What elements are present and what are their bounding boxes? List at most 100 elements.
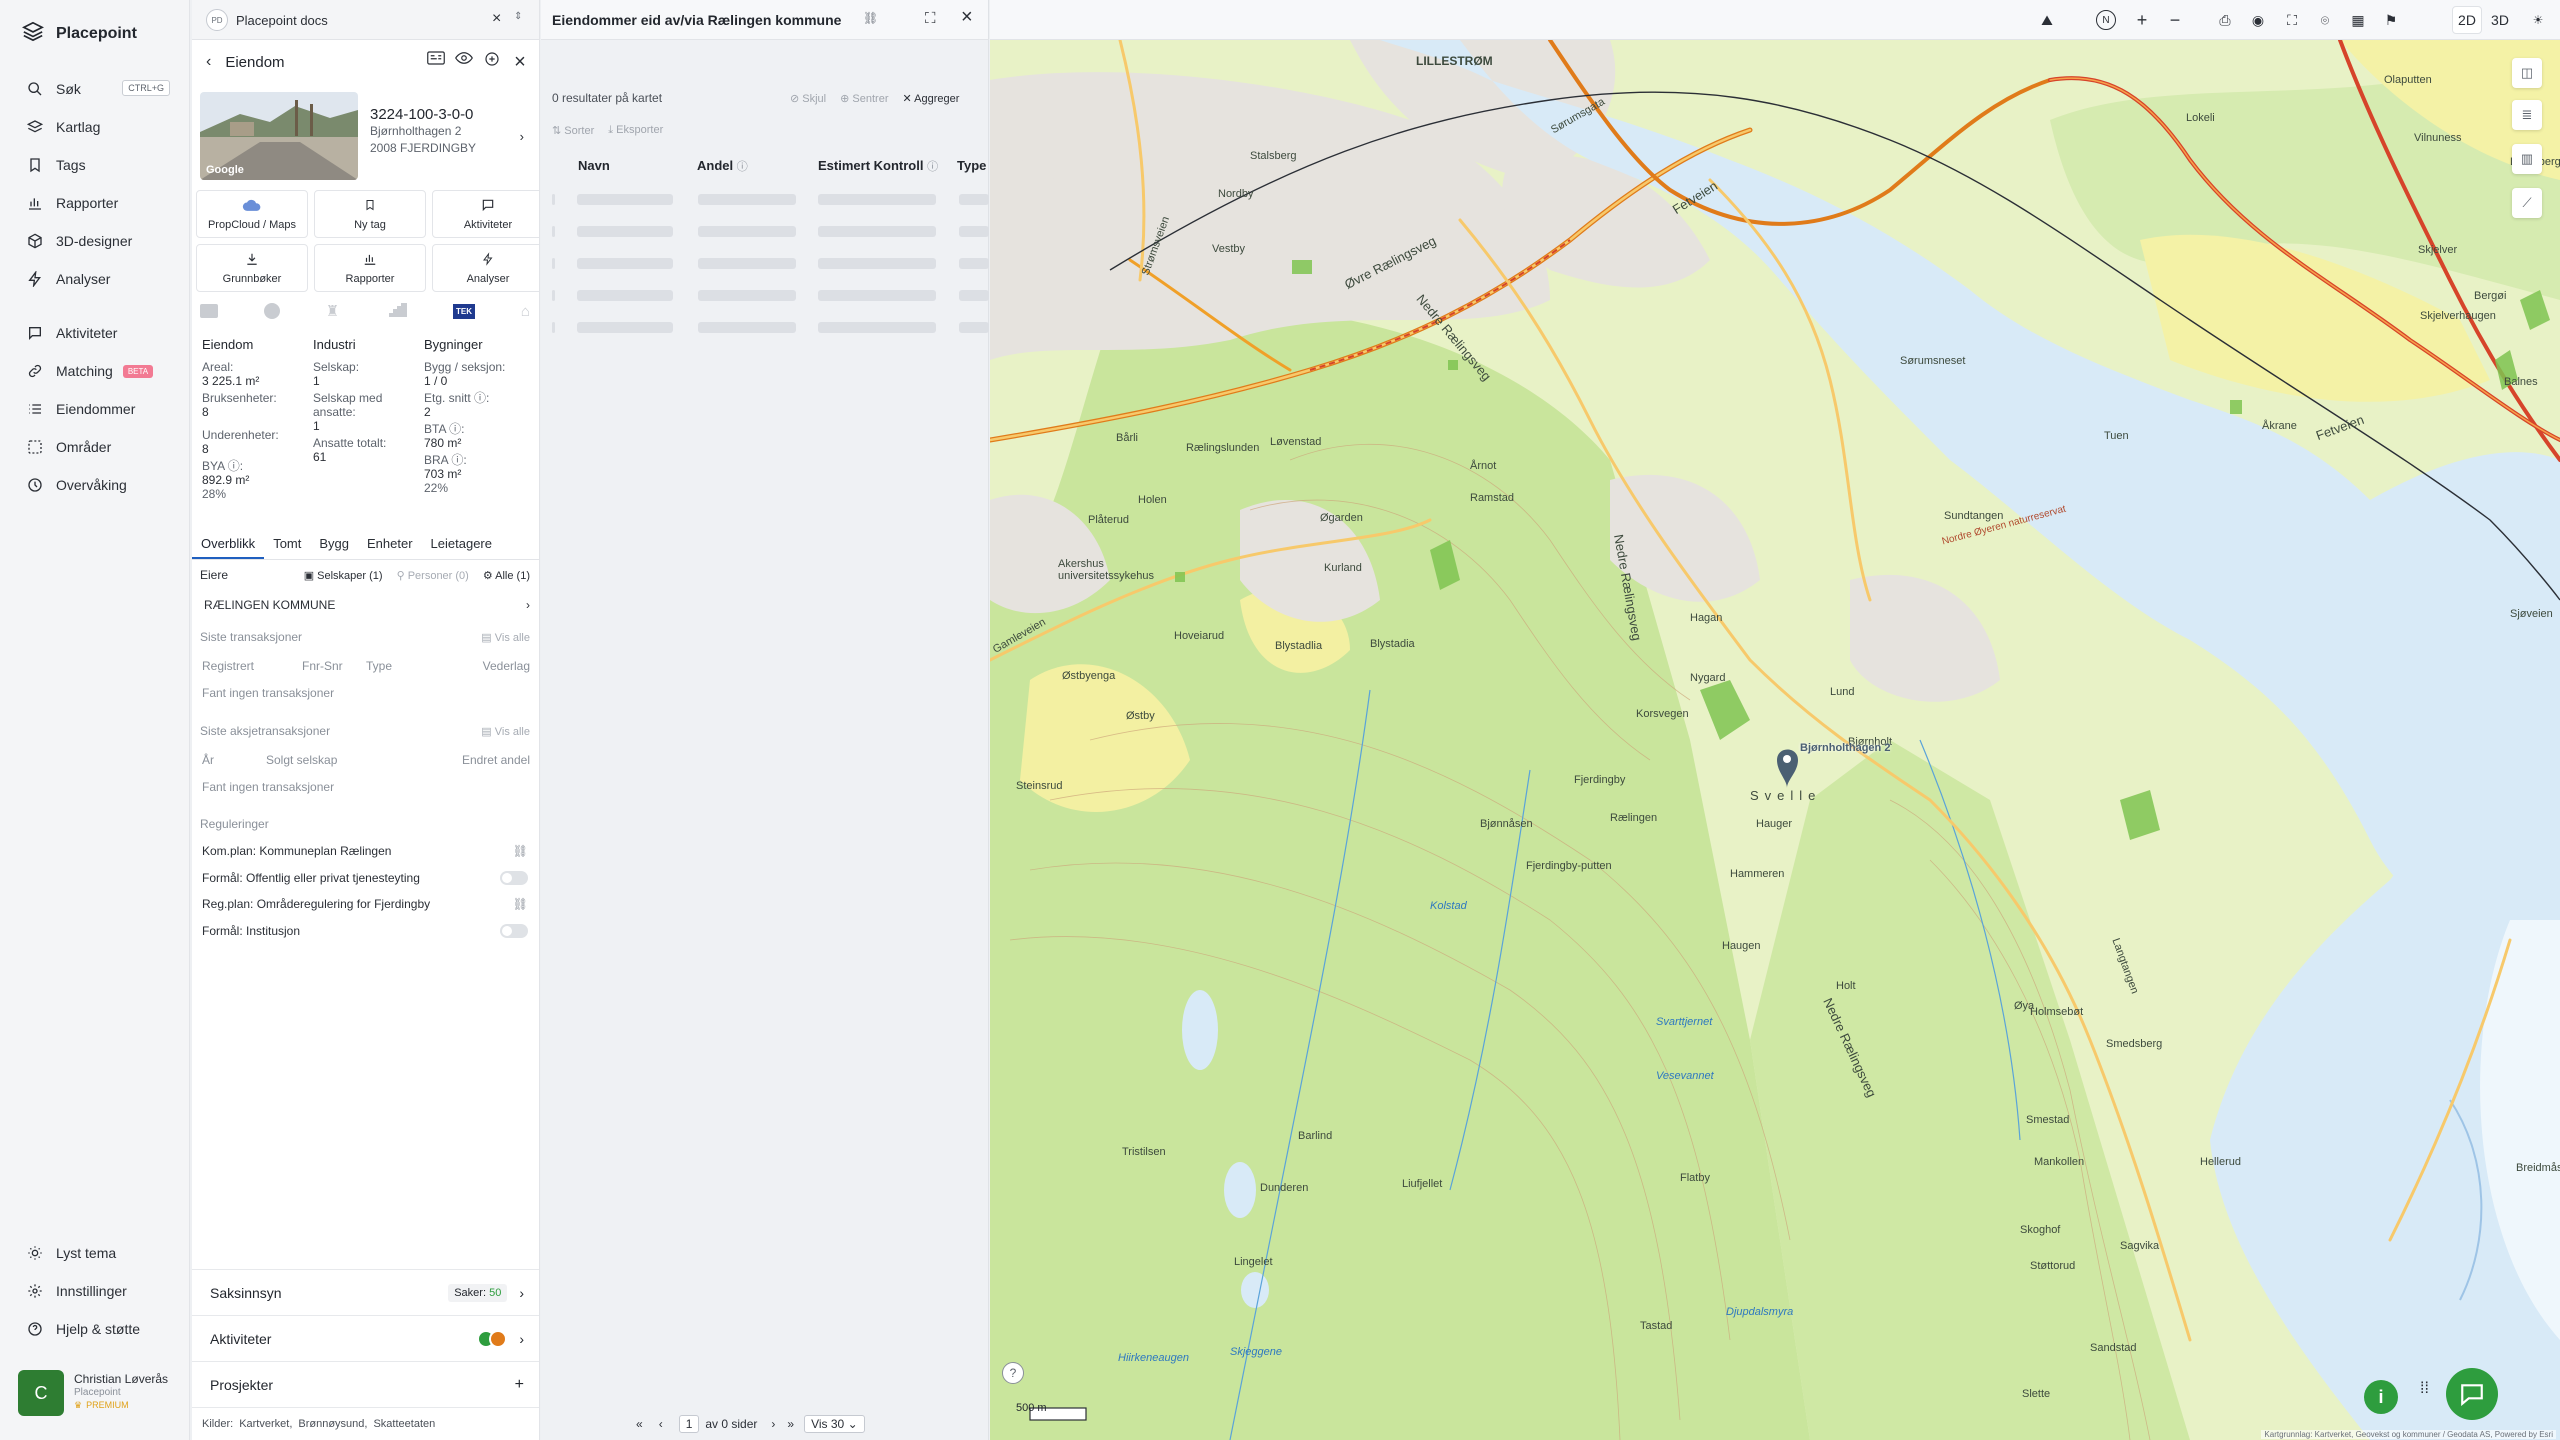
analyses-button[interactable]: Analyser — [432, 244, 539, 292]
back-icon[interactable]: ‹ — [206, 53, 211, 71]
regulation-row[interactable]: Reg.plan: Områderegulering for Fjerdingb… — [202, 897, 528, 911]
layer-stack-icon[interactable]: ≣ — [2512, 100, 2542, 130]
regulation-row[interactable]: Kom.plan: Kommuneplan Rælingen ⛓ — [202, 844, 528, 858]
chat-button[interactable] — [2446, 1368, 2498, 1420]
stairs-chart-icon[interactable] — [385, 302, 408, 320]
export-button[interactable]: ⤓ Eksporter — [608, 124, 663, 137]
map-help-icon[interactable]: ? — [1002, 1362, 1024, 1384]
regulation-row[interactable]: Formål: Offentlig eller privat tjenestey… — [202, 871, 528, 885]
grunnboker-button[interactable]: Grunnbøker — [196, 244, 308, 292]
nav-kartlag[interactable]: Kartlag — [0, 108, 190, 146]
nav-rapporter[interactable]: Rapporter — [0, 184, 190, 222]
filter-selskaper[interactable]: ▣ Selskaper (1) — [304, 569, 383, 582]
nav-theme[interactable]: Lyst tema — [0, 1234, 190, 1272]
col-navn[interactable]: Navn — [578, 158, 610, 173]
fullscreen-icon[interactable]: ⛶ — [2280, 8, 2304, 32]
zoom-out-icon[interactable]: − — [2163, 8, 2187, 32]
col-type[interactable]: Type — [957, 158, 986, 173]
tab-bygg[interactable]: Bygg — [310, 532, 358, 559]
doc-tab[interactable]: PD Placepoint docs — [206, 9, 328, 31]
per-page-select[interactable]: Vis 30 ⌄ — [804, 1415, 865, 1433]
factory-icon[interactable]: ♜ — [326, 302, 339, 320]
nav-tags[interactable]: Tags — [0, 146, 190, 184]
source-link[interactable]: Skatteetaten — [373, 1418, 435, 1430]
brand[interactable]: Placepoint — [21, 20, 137, 47]
source-link[interactable]: Brønnøysund, — [298, 1418, 367, 1430]
accordion-prosjekter[interactable]: Prosjekter + — [192, 1361, 539, 1407]
last-page-icon[interactable]: » — [787, 1417, 794, 1431]
globe-icon[interactable] — [263, 303, 280, 319]
street-photo[interactable]: Google — [200, 92, 358, 180]
compass-icon[interactable]: N — [2096, 10, 2116, 30]
layers-icon[interactable]: ◫ — [2512, 58, 2542, 88]
property-identity[interactable]: 3224-100-3-0-0 Bjørnholthagen 2 2008 FJE… — [370, 106, 530, 157]
nav-settings[interactable]: Innstillinger — [0, 1272, 190, 1310]
nav-3d-designer[interactable]: 3D-designer — [0, 222, 190, 260]
tab-overblikk[interactable]: Overblikk — [192, 532, 265, 559]
close-panel-icon[interactable]: × — [506, 51, 534, 74]
id-card-icon[interactable] — [422, 50, 450, 74]
page-input[interactable]: 1 — [678, 1415, 700, 1433]
tab-tomt[interactable]: Tomt — [264, 532, 310, 559]
activities-button[interactable]: Aktiviteter — [432, 190, 539, 238]
mode-3d-button[interactable]: 3D — [2485, 6, 2515, 34]
first-page-icon[interactable]: « — [636, 1417, 643, 1431]
expand-icon[interactable]: ⛶ — [925, 10, 936, 27]
filter-alle[interactable]: ⚙ Alle (1) — [483, 569, 530, 582]
source-link[interactable]: Kartverket, — [239, 1418, 292, 1430]
chevron-updown-icon[interactable]: ⇕ — [514, 11, 522, 22]
measure-icon[interactable]: ⟋ — [2512, 188, 2542, 218]
tab-enheter[interactable]: Enheter — [358, 532, 422, 559]
camera-icon[interactable]: ⌾ — [2313, 8, 2337, 32]
eye-icon[interactable] — [450, 51, 478, 74]
grid-icon[interactable]: ▦ — [2346, 8, 2370, 32]
add-icon[interactable]: + — [515, 1376, 524, 1394]
aggregate-button[interactable]: ✕ Aggreger — [902, 92, 959, 105]
regulation-toggle[interactable] — [500, 871, 528, 885]
tab-leietagere[interactable]: Leietagere — [422, 532, 501, 559]
accordion-saksinnsyn[interactable]: Saksinnsyn Saker: 50 › — [192, 1269, 539, 1315]
accordion-aktiviteter[interactable]: Aktiviteter › — [192, 1315, 539, 1361]
eye-icon[interactable]: ◉ — [2246, 8, 2270, 32]
nav-omrader[interactable]: Områder — [0, 428, 190, 466]
prev-page-icon[interactable]: ‹ — [659, 1417, 663, 1431]
col-estimert-kontroll[interactable]: Estimert Kontroll ⓘ — [818, 158, 938, 174]
link-icon[interactable]: ⛓ — [513, 844, 528, 858]
owner-row[interactable]: RÆLINGEN KOMMUNE › — [200, 594, 530, 616]
house-icon[interactable]: ⌂ — [521, 303, 530, 320]
close-results-icon[interactable]: × — [961, 6, 973, 29]
nav-help[interactable]: Hjelp & støtte — [0, 1310, 190, 1348]
sun-icon[interactable]: ☀ — [2526, 8, 2550, 32]
map-canvas[interactable]: LILLESTRØM Sørumsgata Stalsberg Nordby V… — [990, 40, 2560, 1440]
new-tag-button[interactable]: Ny tag — [314, 190, 426, 238]
regulation-row[interactable]: Formål: Institusjon — [202, 924, 528, 938]
regulation-toggle[interactable] — [500, 924, 528, 938]
tilt-icon[interactable]: ⛰ — [2035, 8, 2059, 32]
nav-eiendommer[interactable]: Eiendommer — [0, 390, 190, 428]
hide-button[interactable]: ⊘ Skjul — [790, 92, 826, 105]
see-all-share-tx[interactable]: ▤ Vis alle — [481, 725, 530, 738]
apps-grid-icon[interactable]: ⁞⁞ — [2420, 1380, 2429, 1398]
nav-analyser[interactable]: Analyser — [0, 260, 190, 298]
mode-2d-button[interactable]: 2D — [2452, 6, 2482, 34]
propcloud-button[interactable]: PropCloud / Maps — [196, 190, 308, 238]
info-icon[interactable]: i — [2364, 1380, 2398, 1414]
add-circle-icon[interactable] — [478, 51, 506, 74]
link-icon[interactable]: ⛓ — [863, 11, 878, 25]
sort-button[interactable]: ⇅ Sorter — [552, 124, 594, 137]
filter-personer[interactable]: ⚲ Personer (0) — [397, 569, 469, 582]
see-all-transactions[interactable]: ▤ Vis alle — [481, 631, 530, 644]
bookmark-icon[interactable]: ⚑ — [2379, 8, 2403, 32]
reports-button[interactable]: Rapporter — [314, 244, 426, 292]
zoom-in-icon[interactable]: + — [2130, 8, 2154, 32]
close-icon[interactable]: × — [492, 10, 501, 28]
nav-matching[interactable]: Matching BETA — [0, 352, 190, 390]
user-card[interactable]: C Christian Løverås Placepoint ♛ PREMIUM — [18, 1370, 183, 1420]
nav-search[interactable]: Søk CTRL+G — [0, 70, 190, 108]
bar-chart-icon[interactable]: ▥ — [2512, 144, 2542, 174]
col-andel[interactable]: Andel ⓘ — [697, 158, 748, 174]
nav-overvaking[interactable]: Overvåking — [0, 466, 190, 504]
link-icon[interactable]: ⛓ — [513, 897, 528, 911]
print-icon[interactable]: ⎙ — [2213, 8, 2237, 32]
center-button[interactable]: ⊕ Sentrer — [840, 92, 888, 105]
